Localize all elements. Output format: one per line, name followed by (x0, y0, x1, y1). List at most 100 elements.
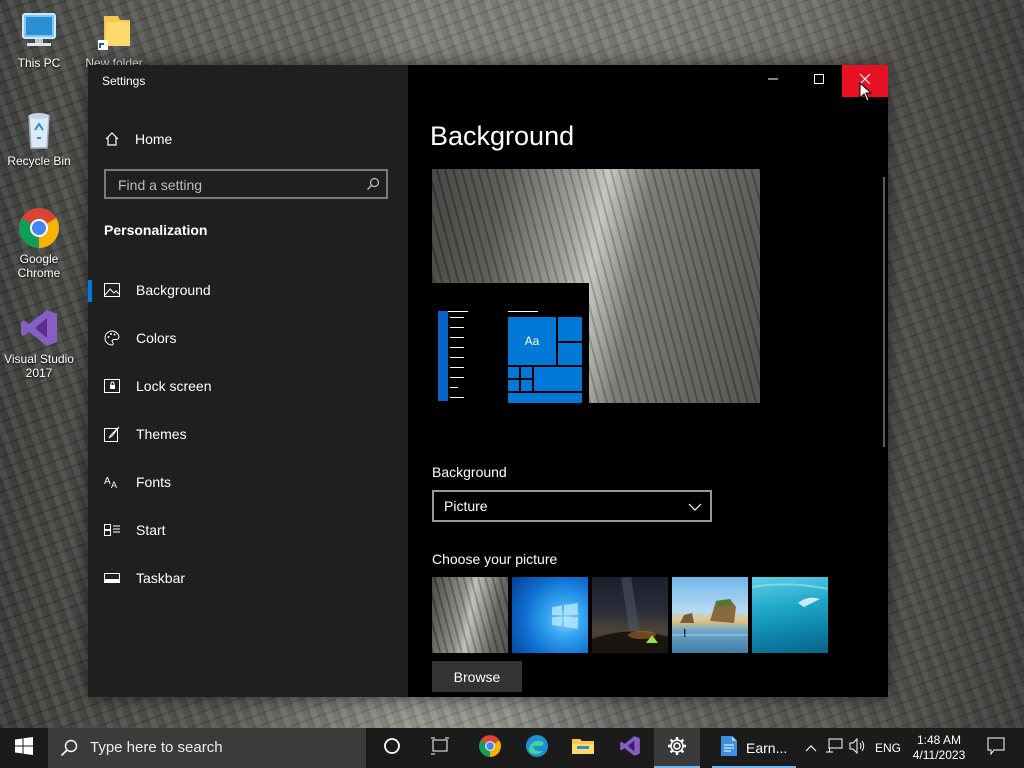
sidebar-item-start[interactable]: Start (88, 510, 408, 550)
browse-button[interactable]: Browse (432, 661, 522, 692)
visual-studio-taskbar-button[interactable] (606, 728, 654, 768)
dropdown-value: Picture (444, 498, 488, 514)
background-label: Background (432, 464, 507, 480)
picture-thumbnail-rock-cliff[interactable] (432, 577, 508, 653)
sidebar-item-label: Taskbar (136, 570, 186, 586)
sidebar-item-taskbar[interactable]: Taskbar (88, 558, 408, 598)
home-icon (104, 131, 120, 147)
sidebar-item-label: Background (136, 282, 211, 298)
document-icon (720, 735, 738, 762)
search-icon (366, 177, 380, 191)
background-type-dropdown[interactable]: Picture (432, 490, 712, 522)
visual-studio-icon (17, 306, 61, 350)
edge-taskbar-button[interactable] (513, 728, 561, 768)
desktop-icon-label: Recycle Bin (7, 154, 71, 168)
notification-icon (987, 737, 1005, 760)
desktop-icon-google-chrome[interactable]: Google Chrome (1, 206, 77, 280)
sidebar-item-colors[interactable]: Colors (88, 318, 408, 358)
taskbar-search-input[interactable] (88, 738, 352, 757)
recycle-bin-icon (17, 108, 61, 152)
maximize-icon (813, 72, 825, 90)
edge-icon (525, 734, 549, 763)
start-button[interactable] (0, 728, 48, 768)
svg-text:A: A (111, 480, 117, 490)
sidebar-item-label: Themes (136, 426, 187, 442)
desktop-icon-label: Visual Studio 2017 (4, 352, 74, 380)
desktop-icon-label: This PC (17, 56, 61, 70)
chevron-up-icon (805, 739, 817, 757)
monitor-icon (17, 10, 61, 54)
folder-icon (571, 736, 595, 761)
show-hidden-icons-button[interactable] (802, 728, 820, 768)
section-heading: Personalization (104, 222, 208, 238)
window-title: Settings (102, 74, 146, 88)
sidebar-item-label: Fonts (136, 474, 172, 490)
action-center-button[interactable] (976, 728, 1016, 768)
picture-thumbnail-beach-rocks[interactable] (672, 577, 748, 653)
speaker-icon (849, 737, 867, 759)
taskbar: Earn... ENG 1:48 AM 4/11/2023 (0, 728, 1024, 768)
sidebar-item-label: Lock screen (136, 378, 212, 394)
taskbar-search-box[interactable] (48, 728, 366, 768)
document-taskbar-button[interactable]: Earn... (708, 728, 800, 768)
lock-screen-icon (104, 378, 120, 394)
background-preview: Aa (432, 169, 760, 403)
sidebar-item-label: Start (136, 522, 166, 538)
sidebar-item-themes[interactable]: Themes (88, 414, 408, 454)
sidebar-item-lock-screen[interactable]: Lock screen (88, 366, 408, 406)
minimize-icon (767, 72, 779, 90)
desktop-icon-visual-studio[interactable]: Visual Studio 2017 (1, 306, 77, 380)
settings-window: Settings Home Personalization Background (88, 65, 888, 697)
cortana-icon (383, 737, 401, 760)
clock[interactable]: 1:48 AM 4/11/2023 (906, 728, 972, 768)
choose-picture-label: Choose your picture (432, 551, 558, 567)
folder-icon (92, 10, 136, 54)
chrome-taskbar-button[interactable] (466, 728, 514, 768)
settings-taskbar-button[interactable] (654, 728, 700, 768)
sidebar-item-background[interactable]: Background (88, 270, 408, 310)
mouse-cursor-icon (859, 81, 873, 106)
content-scrollbar[interactable] (883, 177, 885, 447)
windows-logo-icon (15, 736, 33, 760)
document-taskbar-label: Earn... (746, 740, 788, 756)
task-view-button[interactable] (416, 728, 464, 768)
desktop-icon-this-pc[interactable]: This PC (1, 10, 77, 70)
desktop-icon-new-folder[interactable]: New folder (76, 10, 152, 70)
search-icon (60, 739, 78, 762)
volume-button[interactable] (846, 728, 870, 768)
network-icon (825, 738, 843, 759)
picture-thumbnail-underwater-swimmer[interactable] (752, 577, 828, 653)
chrome-icon (478, 734, 502, 763)
taskbar-icon (104, 570, 120, 586)
svg-text:A: A (104, 476, 111, 487)
preview-tiles: Aa (508, 317, 582, 403)
settings-search-box[interactable] (104, 169, 388, 199)
settings-content: Background Aa Background Picture Choose … (408, 65, 888, 697)
chevron-down-icon (688, 500, 702, 512)
start-icon (104, 522, 120, 538)
brush-icon (104, 426, 120, 442)
picture-thumbnail-windows-blue[interactable] (512, 577, 588, 653)
cortana-button[interactable] (368, 728, 416, 768)
preview-tile-text: Aa (508, 317, 556, 365)
palette-icon (104, 330, 120, 346)
settings-sidebar: Settings Home Personalization Background (88, 65, 408, 697)
desktop-icon-recycle-bin[interactable]: Recycle Bin (1, 108, 77, 168)
sidebar-item-label: Colors (136, 330, 177, 346)
task-view-icon (430, 737, 450, 760)
preview-start-menu: Aa (432, 283, 589, 403)
clock-time: 1:48 AM (916, 733, 962, 747)
chrome-icon (17, 206, 61, 250)
font-icon: AA (104, 474, 120, 490)
home-link[interactable]: Home (104, 129, 172, 149)
network-button[interactable] (822, 728, 846, 768)
home-label: Home (135, 131, 173, 147)
language-indicator[interactable]: ENG (872, 728, 904, 768)
picture-icon (104, 282, 120, 298)
sidebar-item-fonts[interactable]: AA Fonts (88, 462, 408, 502)
picture-thumbnail-night-sky-tent[interactable] (592, 577, 668, 653)
minimize-button[interactable] (750, 65, 796, 97)
settings-search-input[interactable] (116, 176, 360, 194)
file-explorer-taskbar-button[interactable] (559, 728, 607, 768)
maximize-button[interactable] (796, 65, 842, 97)
